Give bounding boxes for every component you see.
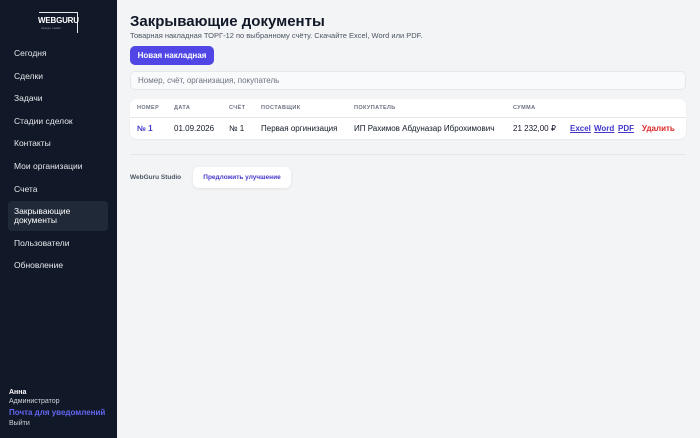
column-header-number: НОМЕР	[137, 105, 160, 111]
cell-date: 01.09.2026	[174, 124, 215, 133]
user-panel: Анна Администратор Почта для уведомлений…	[9, 388, 113, 429]
cell-number-link[interactable]: № 1	[137, 124, 153, 133]
page-title: Закрывающие документы	[130, 13, 325, 30]
logo[interactable]: WEBGURU design studio	[38, 12, 79, 33]
logo-tagline: design studio	[41, 26, 62, 30]
notification-email-link[interactable]: Почта для уведомлений	[9, 407, 113, 418]
download-pdf-link[interactable]: PDF	[618, 124, 634, 133]
sidebar-item-deal-stages[interactable]: Стадии сделок	[8, 111, 108, 132]
column-header-invoice: СЧЁТ	[229, 105, 246, 111]
user-name: Анна	[9, 389, 27, 396]
sidebar-item-contacts[interactable]: Контакты	[8, 133, 108, 154]
suggest-improvement-button[interactable]: Предложить улучшение	[193, 167, 291, 188]
footer-brand: WebGuru Studio	[130, 174, 182, 181]
sidebar-item-tasks[interactable]: Задачи	[8, 88, 108, 109]
sidebar-item-today[interactable]: Сегодня	[8, 43, 108, 64]
sidebar-item-closing-documents[interactable]: Закрывающие документы	[8, 201, 108, 232]
column-header-date: ДАТА	[174, 105, 191, 111]
cell-supplier: Первая оргинизация	[261, 124, 338, 133]
footer-divider	[130, 154, 686, 155]
cell-buyer: ИП Рахимов Абдуназар Иброхимович	[354, 124, 495, 133]
download-word-link[interactable]: Word	[594, 124, 614, 133]
column-header-buyer: ПОКУПАТЕЛЬ	[354, 105, 396, 111]
column-header-supplier: ПОСТАВЩИК	[261, 105, 301, 111]
sidebar-item-users[interactable]: Пользователи	[8, 233, 108, 254]
search-placeholder: Номер, счёт, организация, покупатель	[138, 76, 280, 85]
documents-table: НОМЕР ДАТА СЧЁТ ПОСТАВЩИК ПОКУПАТЕЛЬ СУМ…	[130, 99, 686, 139]
cell-invoice: № 1	[229, 124, 245, 133]
user-role: Администратор	[9, 398, 60, 405]
sidebar-item-update[interactable]: Обновление	[8, 255, 108, 276]
delete-button[interactable]: Удалить	[642, 124, 675, 133]
column-header-sum: СУММА	[513, 105, 536, 111]
sidebar-item-deals[interactable]: Сделки	[8, 66, 108, 87]
sidebar: WEBGURU design studio Сегодня Сделки Зад…	[0, 0, 117, 438]
download-excel-link[interactable]: Excel	[570, 124, 591, 133]
page-subtitle: Товарная накладная ТОРГ-12 по выбранному…	[130, 31, 423, 40]
search-input[interactable]: Номер, счёт, организация, покупатель	[130, 71, 686, 90]
logout-link[interactable]: Выйти	[9, 418, 113, 429]
new-waybill-button[interactable]: Новая накладная	[130, 46, 214, 65]
cell-sum: 21 232,00 ₽	[513, 124, 556, 133]
logo-brand: WEBGURU	[38, 16, 79, 25]
sidebar-item-invoices[interactable]: Счета	[8, 179, 108, 200]
sidebar-item-my-organizations[interactable]: Мои организации	[8, 156, 108, 177]
sidebar-nav: Сегодня Сделки Задачи Стадии сделок Конт…	[8, 43, 108, 278]
table-header-divider	[130, 117, 686, 118]
